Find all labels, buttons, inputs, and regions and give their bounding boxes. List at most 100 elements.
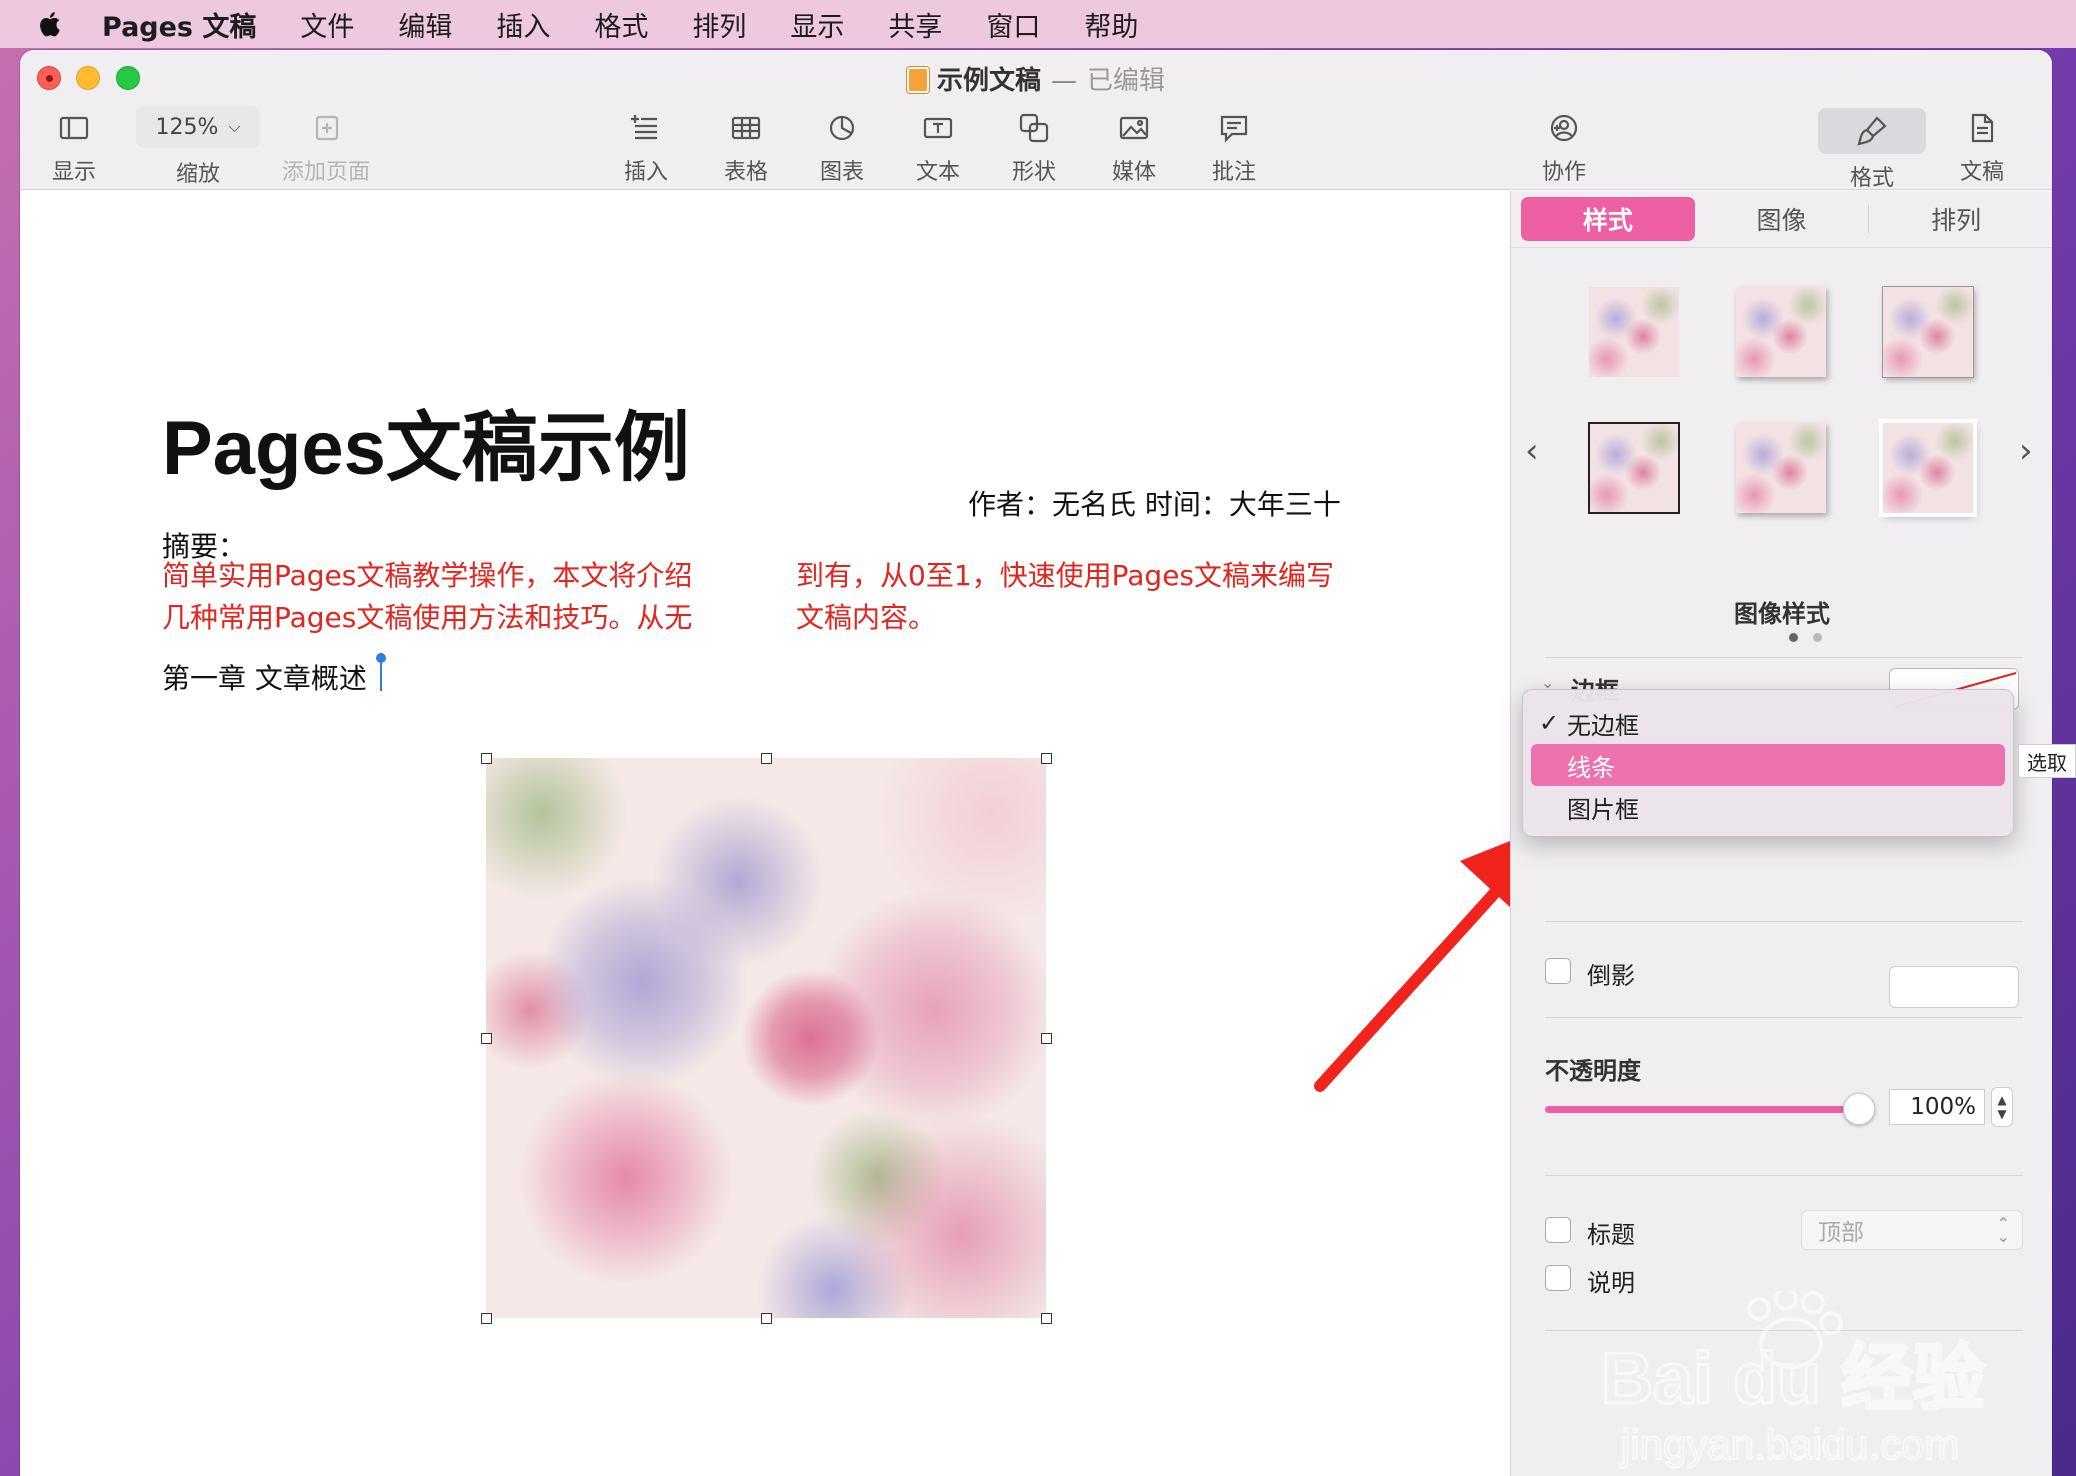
opacity-label: 不透明度 bbox=[1545, 1057, 1641, 1085]
chapter-heading[interactable]: 第一章 文章概述 bbox=[162, 657, 367, 697]
tab-arrange[interactable]: 排列 bbox=[1869, 197, 2043, 241]
image-style-1[interactable] bbox=[1589, 287, 1679, 377]
abstract-col1-line2[interactable]: 几种常用Pages文稿使用方法和技巧。从无 bbox=[162, 597, 692, 639]
image-style-3[interactable] bbox=[1882, 286, 1974, 378]
insert-label: 插入 bbox=[624, 160, 669, 185]
window-title: 示例文稿 — 已编辑 bbox=[20, 60, 2052, 97]
menu-window[interactable]: 窗口 bbox=[986, 5, 1040, 44]
opacity-value-field[interactable]: 100% bbox=[1889, 1089, 1985, 1125]
resize-handle-bottom-left[interactable] bbox=[481, 1313, 492, 1324]
document-label: 文稿 bbox=[1960, 160, 2005, 185]
title-position-select[interactable]: 顶部 ⌃ ⌄ bbox=[1801, 1210, 2023, 1250]
insert-button[interactable]: 插入 bbox=[624, 108, 668, 186]
border-type-menu: ✓ 无边框 线条 图片框 bbox=[1522, 689, 2014, 837]
chart-label: 图表 bbox=[820, 160, 865, 185]
image-style-2[interactable] bbox=[1736, 287, 1826, 377]
pages-doc-icon bbox=[906, 67, 929, 93]
menu-help[interactable]: 帮助 bbox=[1084, 5, 1138, 44]
reflection-checkbox[interactable] bbox=[1545, 958, 1571, 984]
menu-option-picture-frame[interactable]: 图片框 bbox=[1531, 786, 2005, 828]
comment-icon bbox=[1212, 108, 1256, 148]
opacity-slider-track[interactable] bbox=[1545, 1106, 1845, 1113]
divider bbox=[1545, 921, 2023, 922]
abstract-col2-line1[interactable]: 到有，从0至1，快速使用Pages文稿来编写 bbox=[796, 555, 1334, 597]
tab-image[interactable]: 图像 bbox=[1695, 197, 1869, 241]
checkmark-icon: ✓ bbox=[1539, 709, 1560, 737]
title-checkbox[interactable] bbox=[1545, 1217, 1571, 1243]
doc-byline[interactable]: 作者：无名氏 时间：大年三十 bbox=[968, 483, 1341, 523]
menu-edit[interactable]: 编辑 bbox=[398, 5, 452, 44]
resize-handle-bottom-right[interactable] bbox=[1041, 1313, 1052, 1324]
baidu-jingyan-watermark: Bai du 经验 jingyan.baidu.com bbox=[1600, 1291, 1987, 1469]
resize-handle-top[interactable] bbox=[761, 753, 772, 764]
opacity-stepper[interactable]: ▲ ▼ bbox=[1991, 1087, 2013, 1127]
resize-handle-left[interactable] bbox=[481, 1033, 492, 1044]
chart-button[interactable]: 图表 bbox=[820, 108, 864, 186]
table-button[interactable]: 表格 bbox=[724, 108, 768, 186]
abstract-col2-line2[interactable]: 文稿内容。 bbox=[796, 597, 936, 639]
format-button[interactable]: 格式 bbox=[1818, 108, 1926, 192]
resize-handle-bottom[interactable] bbox=[761, 1313, 772, 1324]
shape-icon bbox=[1012, 108, 1056, 148]
zoom-select[interactable]: 125% ⌵ bbox=[136, 106, 260, 148]
comment-button[interactable]: 批注 bbox=[1212, 108, 1256, 186]
abstract-col1-line1[interactable]: 简单实用Pages文稿教学操作，本文将介绍 bbox=[162, 555, 692, 597]
resize-handle-right[interactable] bbox=[1041, 1033, 1052, 1044]
page-dot-active[interactable] bbox=[1789, 633, 1798, 642]
table-label: 表格 bbox=[724, 160, 769, 185]
text-label: 文本 bbox=[916, 160, 961, 185]
text-button[interactable]: 文本 bbox=[916, 108, 960, 186]
border-color-well[interactable] bbox=[1889, 966, 2019, 1008]
menu-file[interactable]: 文件 bbox=[300, 5, 354, 44]
collaborate-button[interactable]: 协作 bbox=[1542, 108, 1586, 186]
menu-option-no-border[interactable]: ✓ 无边框 bbox=[1531, 702, 2005, 744]
chevron-down-icon[interactable]: ▼ bbox=[1997, 1107, 2006, 1121]
divider bbox=[1545, 1175, 2023, 1176]
chevron-right-icon[interactable]: › bbox=[2019, 431, 2033, 471]
doc-title[interactable]: Pages文稿示例 bbox=[162, 386, 690, 496]
resize-handle-top-right[interactable] bbox=[1041, 753, 1052, 764]
menu-app-name[interactable]: Pages 文稿 bbox=[102, 5, 256, 44]
edit-status: 已编辑 bbox=[1087, 66, 1166, 96]
menu-share[interactable]: 共享 bbox=[888, 5, 942, 44]
divider bbox=[1545, 657, 2023, 658]
image-style-4[interactable] bbox=[1588, 422, 1680, 514]
image-styles-label: 图像样式 bbox=[1734, 600, 1830, 628]
document-canvas[interactable]: Pages文稿示例 作者：无名氏 时间：大年三十 摘要： 简单实用Pages文稿… bbox=[20, 191, 1560, 1476]
shape-button[interactable]: 形状 bbox=[1012, 108, 1056, 186]
chevron-down-icon: ⌵ bbox=[228, 117, 241, 136]
opacity-slider-knob[interactable] bbox=[1843, 1093, 1875, 1125]
menu-format[interactable]: 格式 bbox=[594, 5, 648, 44]
chevron-left-icon[interactable]: ‹ bbox=[1525, 431, 1539, 471]
media-button[interactable]: 媒体 bbox=[1112, 108, 1156, 186]
image-style-6[interactable] bbox=[1883, 423, 1973, 513]
watermark-logo: Bai du 经验 bbox=[1601, 1339, 1985, 1419]
image-style-5[interactable] bbox=[1736, 423, 1826, 513]
menu-arrange[interactable]: 排列 bbox=[692, 5, 746, 44]
document-icon bbox=[1960, 108, 2004, 148]
menu-bar: Pages 文稿 文件 编辑 插入 格式 排列 显示 共享 窗口 帮助 bbox=[0, 0, 2076, 48]
page-dot[interactable] bbox=[1813, 633, 1822, 642]
menu-option-line[interactable]: 线条 bbox=[1531, 744, 2005, 786]
sidebar-tabs: 样式 图像 排列 bbox=[1521, 197, 2043, 241]
reflection-label: 倒影 bbox=[1587, 962, 1635, 990]
add-page-label: 添加页面 bbox=[282, 160, 371, 185]
title-bar: 示例文稿 — 已编辑 显示 125% ⌵ 缩放 添加页面 插入 表格 图表 文本 bbox=[20, 50, 2052, 192]
resize-handle-top-left[interactable] bbox=[481, 753, 492, 764]
tab-style[interactable]: 样式 bbox=[1521, 197, 1695, 241]
apple-logo-icon[interactable] bbox=[36, 6, 72, 42]
tooltip: 选取 bbox=[2018, 744, 2076, 778]
format-label: 格式 bbox=[1849, 166, 1894, 191]
menu-view[interactable]: 显示 bbox=[790, 5, 844, 44]
view-button[interactable]: 显示 bbox=[52, 108, 96, 186]
add-page-button[interactable]: 添加页面 bbox=[282, 108, 370, 186]
document-button[interactable]: 文稿 bbox=[1960, 108, 2004, 186]
chevron-up-icon[interactable]: ▲ bbox=[1997, 1093, 2006, 1107]
pie-chart-icon bbox=[820, 108, 864, 148]
menu-insert[interactable]: 插入 bbox=[496, 5, 550, 44]
option-label: 图片框 bbox=[1567, 795, 1639, 824]
sidebar-icon bbox=[52, 108, 96, 148]
caption-checkbox[interactable] bbox=[1545, 1265, 1571, 1291]
option-label: 无边框 bbox=[1567, 711, 1639, 740]
floral-image[interactable] bbox=[486, 758, 1046, 1318]
